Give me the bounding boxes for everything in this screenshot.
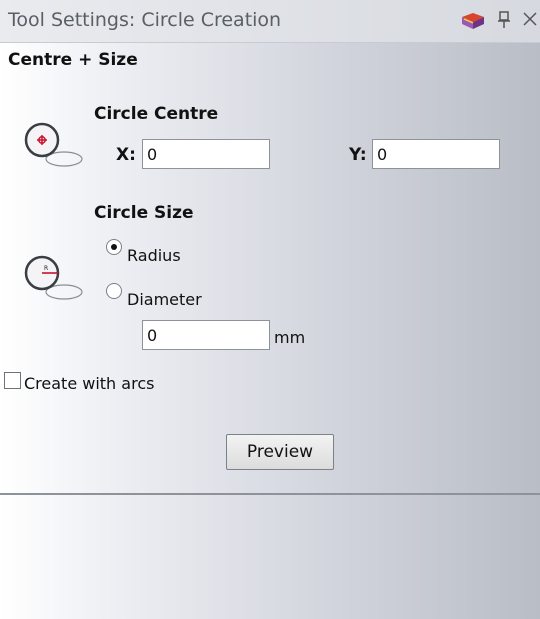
panel-title: Tool Settings: Circle Creation	[8, 9, 282, 31]
centre-x-input[interactable]	[142, 139, 270, 169]
centre-y-input[interactable]	[372, 139, 500, 169]
diameter-radio[interactable]	[106, 283, 122, 299]
book-icon[interactable]	[460, 11, 486, 31]
panel-titlebar: Tool Settings: Circle Creation	[0, 0, 540, 43]
size-unit-label: mm	[274, 328, 306, 347]
size-value-input[interactable]	[142, 320, 270, 350]
diameter-label: Diameter	[127, 290, 202, 309]
radius-radio[interactable]	[106, 239, 122, 255]
y-label: Y:	[349, 145, 367, 165]
circle-size-title: Circle Size	[94, 203, 194, 223]
circle-centre-title: Circle Centre	[94, 104, 219, 124]
x-label: X:	[116, 145, 136, 165]
circle-size-icon: R	[20, 251, 84, 307]
create-with-arcs-checkbox[interactable]	[4, 372, 21, 389]
section-title: Centre + Size	[8, 50, 138, 70]
tool-settings-panel: Tool Settings: Circle Creation Centre +	[0, 0, 540, 619]
svg-text:R: R	[44, 265, 48, 272]
close-icon[interactable]	[522, 11, 538, 27]
preview-button[interactable]: Preview	[226, 434, 334, 470]
empty-panel-area	[0, 495, 540, 619]
create-with-arcs-label: Create with arcs	[24, 374, 155, 393]
circle-centre-icon	[20, 118, 84, 174]
radius-label: Radius	[127, 246, 181, 265]
radio-selected-dot	[111, 244, 117, 250]
pin-icon[interactable]	[497, 11, 511, 29]
